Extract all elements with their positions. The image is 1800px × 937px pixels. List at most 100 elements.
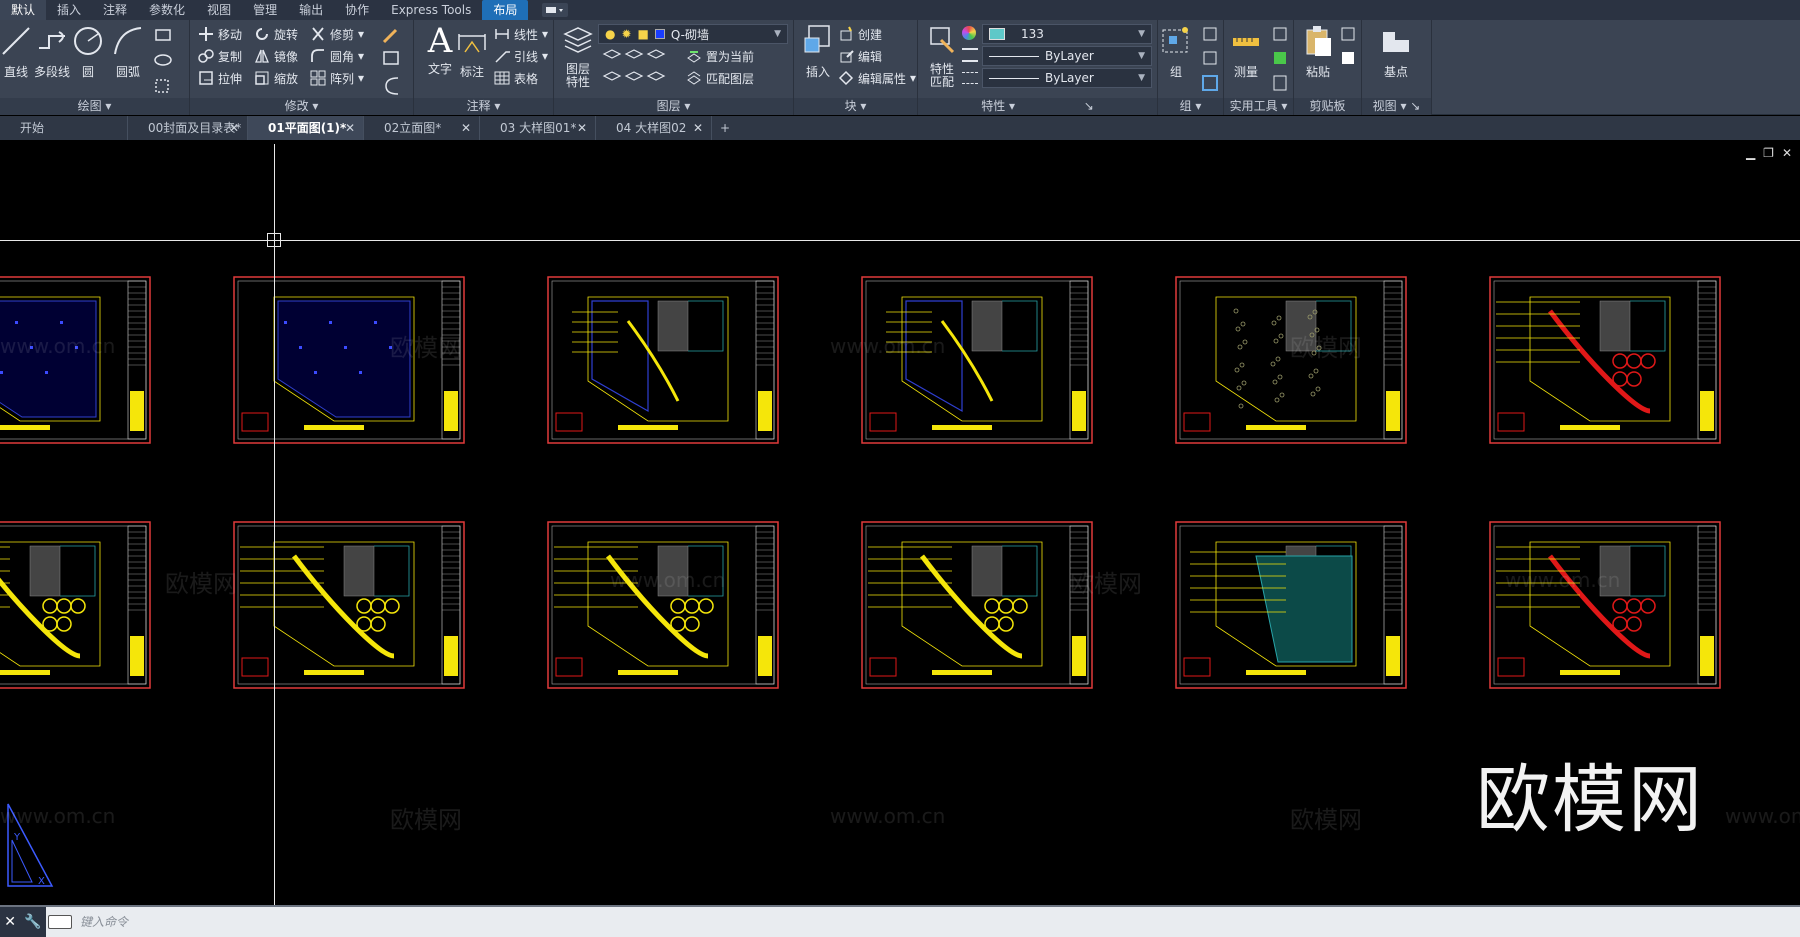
color-dropdown[interactable]: 133 ▼ bbox=[982, 24, 1152, 44]
panel-groups-title[interactable]: 组 ▾ bbox=[1158, 98, 1223, 115]
table-tool[interactable]: 表格 bbox=[494, 68, 538, 88]
copy-tool[interactable]: 复制 bbox=[198, 46, 242, 66]
watermark-url: www.om.cn bbox=[1725, 804, 1800, 828]
scale-tool[interactable]: 缩放 bbox=[254, 68, 298, 88]
arc-tool[interactable]: 圆弧 bbox=[104, 24, 152, 80]
layer-color-swatch bbox=[654, 29, 665, 39]
doc-tab-label: 04 大样图02 bbox=[616, 121, 687, 135]
layout-sheet bbox=[233, 521, 465, 689]
menu-tab-view[interactable]: 视图 bbox=[196, 0, 242, 20]
doc-tab-detail-01[interactable]: 03 大样图01* ✕ bbox=[480, 116, 596, 140]
modify-extra-icons bbox=[382, 28, 399, 95]
color-wheel-icon[interactable] bbox=[962, 26, 976, 40]
lightbulb-icon: ● bbox=[605, 27, 616, 41]
chevron-down-icon: ▼ bbox=[1138, 73, 1145, 83]
close-icon[interactable]: ✕ bbox=[461, 116, 471, 140]
lineweight-dropdown[interactable]: ByLayer ▼ bbox=[982, 68, 1152, 88]
menu-tab-express-tools[interactable]: Express Tools bbox=[380, 0, 482, 20]
close-icon[interactable]: ✕ bbox=[577, 116, 587, 140]
move-tool[interactable]: 移动 bbox=[198, 24, 242, 44]
array-tool[interactable]: 阵列 ▾ bbox=[310, 68, 364, 88]
set-current-layer-tool[interactable]: 置为当前 bbox=[686, 46, 754, 66]
panel-clipboard-title[interactable]: 剪贴板 bbox=[1294, 98, 1361, 115]
insert-block-tool[interactable]: 插入 bbox=[794, 24, 842, 80]
menu-tab-default[interactable]: 默认 bbox=[0, 0, 47, 20]
fillet-tool[interactable]: 圆角 ▾ bbox=[310, 46, 364, 66]
doc-tab-floor-plan[interactable]: 01平面图(1)* ✕ bbox=[248, 116, 364, 140]
doc-tab-cover[interactable]: 00封面及目录表* ✕ bbox=[128, 116, 248, 140]
measure-tool[interactable]: 测量 bbox=[1222, 24, 1270, 80]
watermark-small: 欧模网 bbox=[390, 806, 462, 834]
group-tool[interactable]: 组 bbox=[1152, 24, 1200, 80]
menu-tab-parametric[interactable]: 参数化 bbox=[138, 0, 196, 20]
menu-tab-annotate[interactable]: 注释 bbox=[92, 0, 138, 20]
trim-tool[interactable]: 修剪 ▾ bbox=[310, 24, 364, 44]
move-icon bbox=[199, 27, 213, 41]
layout-sheet bbox=[547, 276, 779, 444]
doc-tab-start[interactable]: 开始 bbox=[0, 116, 128, 140]
leader-tool[interactable]: 引线 ▾ bbox=[494, 46, 548, 66]
base-point-icon bbox=[1383, 32, 1409, 52]
doc-tab-label: 开始 bbox=[20, 121, 45, 135]
create-block-tool[interactable]: 创建 bbox=[838, 24, 882, 44]
watermark-logo: 欧模网 bbox=[1476, 757, 1704, 843]
menu-tab-collaborate[interactable]: 协作 bbox=[334, 0, 380, 20]
linear-dim-tool[interactable]: 线性 ▾ bbox=[494, 24, 548, 44]
linear-dim-icon bbox=[495, 29, 509, 39]
new-tab-button[interactable]: + bbox=[712, 116, 738, 140]
panel-block-title[interactable]: 块 ▾ bbox=[794, 98, 917, 115]
panel-annotation-title[interactable]: 注释 ▾ bbox=[414, 98, 553, 115]
panel-layers-title[interactable]: 图层 ▾ bbox=[554, 98, 793, 115]
fillet-icon bbox=[311, 49, 324, 62]
layer-properties-tool[interactable]: 图层 特性 bbox=[554, 24, 602, 89]
chevron-down-icon: ▼ bbox=[1138, 51, 1145, 61]
stretch-tool[interactable]: 拉伸 bbox=[198, 68, 242, 88]
panel-modify-title[interactable]: 修改 ▾ bbox=[190, 98, 413, 115]
close-icon[interactable]: ✕ bbox=[693, 116, 703, 140]
circle-icon bbox=[74, 27, 102, 55]
menu-tab-manage[interactable]: 管理 bbox=[242, 0, 288, 20]
crosshair-vertical bbox=[274, 144, 275, 905]
panel-annotation: A 文字 标注 线性 ▾ 引线 ▾ 表格 注释 ▾ bbox=[414, 20, 554, 115]
ribbon-display-toggle[interactable] bbox=[542, 3, 569, 17]
clipboard-extra-icons bbox=[1341, 27, 1355, 64]
stretch-label: 拉伸 bbox=[218, 71, 243, 86]
edit-attributes-tool[interactable]: 编辑属性 ▾ bbox=[838, 68, 916, 88]
close-icon[interactable]: ✕ bbox=[4, 914, 16, 930]
doc-tab-elevation[interactable]: 02立面图* ✕ bbox=[364, 116, 480, 140]
dimension-label: 标注 bbox=[459, 65, 484, 79]
doc-tab-label: 01平面图(1)* bbox=[268, 121, 347, 135]
match-properties-tool[interactable]: 特性 匹配 bbox=[918, 24, 966, 89]
lock-icon: ■ bbox=[637, 27, 649, 41]
trim-icon bbox=[312, 27, 324, 41]
panel-utilities-title[interactable]: 实用工具 ▾ bbox=[1224, 98, 1293, 115]
edit-block-tool[interactable]: 编辑 bbox=[838, 46, 882, 66]
rotate-tool[interactable]: 旋转 bbox=[254, 24, 298, 44]
wrench-icon[interactable]: 🔧 bbox=[24, 914, 41, 930]
layer-dropdown[interactable]: ● ✹ ■ Q-砌墙 ▼ bbox=[598, 24, 788, 44]
panel-view-title[interactable]: 视图 ▾ ↘ bbox=[1362, 98, 1431, 115]
panel-properties-title[interactable]: 特性 ▾ ↘ bbox=[918, 98, 1157, 115]
paste-icon bbox=[1306, 26, 1331, 56]
move-label: 移动 bbox=[218, 27, 243, 42]
base-point-tool[interactable]: 基点 bbox=[1372, 24, 1420, 80]
linetype-dropdown[interactable]: ByLayer ▼ bbox=[982, 46, 1152, 66]
menu-tab-insert[interactable]: 插入 bbox=[46, 0, 92, 20]
close-icon[interactable]: ✕ bbox=[345, 116, 355, 140]
edit-attributes-icon bbox=[838, 70, 854, 86]
menu-tab-layout[interactable]: 布局 bbox=[482, 0, 529, 20]
panel-draw-title[interactable]: 绘图 ▾ bbox=[0, 98, 189, 115]
command-history-icon[interactable] bbox=[48, 915, 72, 929]
doc-tab-label: 02立面图* bbox=[384, 121, 442, 135]
layout-sheet bbox=[1489, 276, 1721, 444]
mirror-tool[interactable]: 镜像 bbox=[254, 46, 298, 66]
clipboard-title-text: 剪贴板 bbox=[1309, 99, 1346, 113]
paste-tool[interactable]: 粘贴 bbox=[1294, 24, 1342, 80]
match-layer-tool[interactable]: 匹配图层 bbox=[686, 68, 754, 88]
command-input[interactable]: 键入命令 bbox=[80, 907, 128, 937]
doc-tab-detail-02[interactable]: 04 大样图02 ✕ bbox=[596, 116, 712, 140]
array-icon bbox=[310, 70, 326, 86]
close-icon[interactable]: ✕ bbox=[229, 116, 239, 140]
menu-tab-output[interactable]: 输出 bbox=[288, 0, 334, 20]
dimension-tool[interactable]: 标注 bbox=[448, 24, 496, 80]
